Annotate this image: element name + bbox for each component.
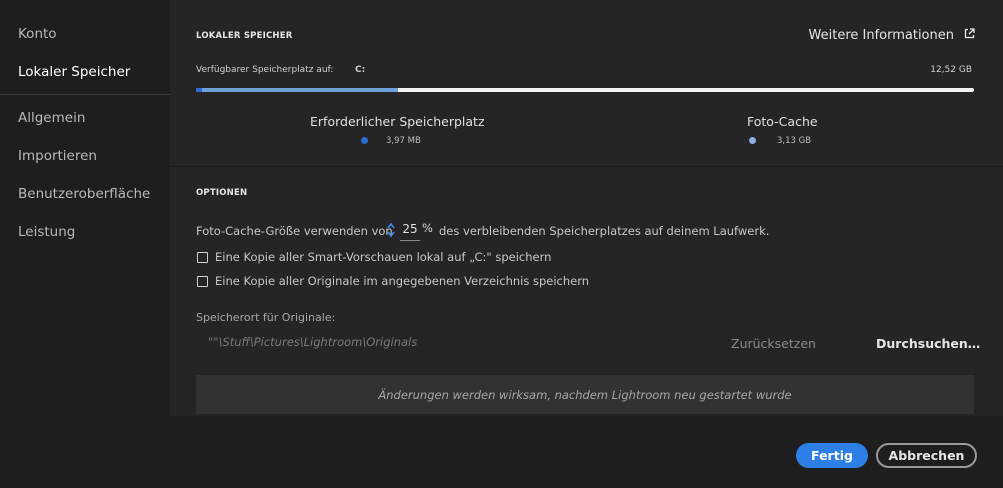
storage-usage-bar <box>196 88 974 92</box>
local-storage-title: LOKALER SPEICHER <box>196 31 293 41</box>
cache-size-input[interactable]: 25 <box>400 220 420 241</box>
external-link-icon <box>964 28 975 43</box>
cache-size-stepper[interactable] <box>386 221 396 239</box>
photo-cache-dot <box>749 137 756 144</box>
sidebar-divider <box>0 94 170 95</box>
browse-button[interactable]: Durchsuchen… <box>876 336 980 351</box>
done-button[interactable]: Fertig <box>796 443 868 468</box>
sidebar: Konto Lokaler Speicher Allgemein Importi… <box>0 0 170 488</box>
cache-usage-fill <box>196 88 399 92</box>
sidebar-item-leistung[interactable]: Leistung <box>18 224 75 240</box>
sidebar-item-lokaler-speicher[interactable]: Lokaler Speicher <box>18 64 130 80</box>
section-divider <box>170 166 1003 167</box>
sidebar-item-allgemein[interactable]: Allgemein <box>18 110 85 126</box>
required-space-value: 3,97 MB <box>386 136 421 146</box>
originals-path: ""\Stuff\Pictures\Lightroom\Originals <box>208 335 418 349</box>
originals-label[interactable]: Eine Kopie aller Originale im angegebene… <box>215 274 589 288</box>
restart-notice-text: Änderungen werden wirksam, nachdem Light… <box>378 387 792 402</box>
more-info-label: Weitere Informationen <box>808 28 954 43</box>
reset-button[interactable]: Zurücksetzen <box>731 336 816 351</box>
photo-cache-value: 3,13 GB <box>777 136 812 146</box>
chevron-updown-icon <box>387 222 395 238</box>
sidebar-item-benutzeroberflaeche[interactable]: Benutzeroberfläche <box>18 186 150 202</box>
smart-previews-checkbox[interactable] <box>197 252 208 263</box>
cache-size-prefix: Foto-Cache-Größe verwenden von <box>196 224 393 238</box>
location-label: Speicherort für Originale: <box>196 311 336 324</box>
cache-size-unit: % <box>422 221 433 235</box>
sidebar-item-importieren[interactable]: Importieren <box>18 148 97 164</box>
required-space-title: Erforderlicher Speicherplatz <box>310 114 485 129</box>
sidebar-item-konto[interactable]: Konto <box>18 26 57 42</box>
restart-notice: Änderungen werden wirksam, nachdem Light… <box>196 375 974 414</box>
originals-checkbox[interactable] <box>197 276 208 287</box>
photo-cache-title: Foto-Cache <box>747 114 818 129</box>
available-space-label: Verfügbarer Speicherplatz auf: <box>196 65 334 75</box>
smart-previews-label[interactable]: Eine Kopie aller Smart-Vorschauen lokal … <box>215 250 551 264</box>
required-space-dot <box>361 137 368 144</box>
settings-panel: LOKALER SPEICHER Weitere Informationen V… <box>170 0 1003 416</box>
more-info-link[interactable]: Weitere Informationen <box>809 28 975 43</box>
required-usage-fill <box>196 88 203 92</box>
total-space-value: 12,52 GB <box>930 65 972 75</box>
drive-label: C: <box>355 65 366 75</box>
options-title: OPTIONEN <box>196 188 248 198</box>
cache-size-suffix: des verbleibenden Speicherplatzes auf de… <box>439 224 770 238</box>
cancel-button[interactable]: Abbrechen <box>876 443 977 468</box>
